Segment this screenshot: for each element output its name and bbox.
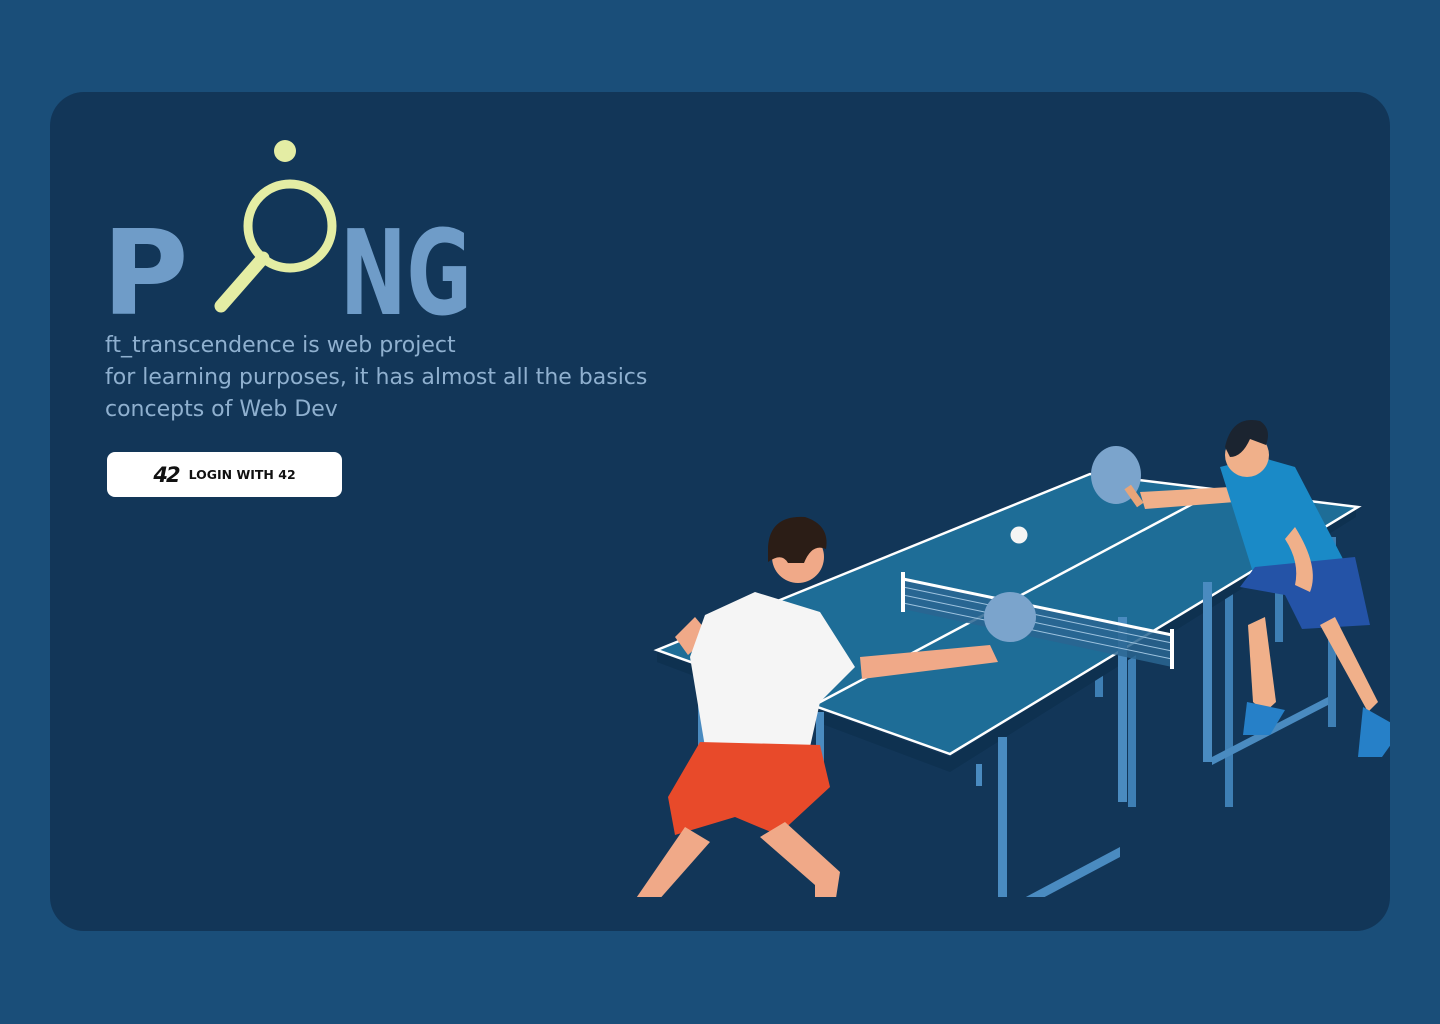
42-logo-icon: 42 [153, 462, 180, 487]
pong-logo: P NG [102, 140, 472, 321]
racket-ball-icon [214, 140, 337, 313]
table-tennis-illustration [636, 420, 1390, 897]
ping-pong-ball [1010, 526, 1028, 544]
logo-letter-p: P [102, 204, 188, 321]
logo-letter-n: NG [340, 204, 472, 321]
login-button-label: LOGIN WITH 42 [188, 467, 296, 482]
login-card: P NG ft_transcendence is web project for… [50, 92, 1390, 931]
login-with-42-button[interactable]: 42 LOGIN WITH 42 [107, 452, 342, 497]
